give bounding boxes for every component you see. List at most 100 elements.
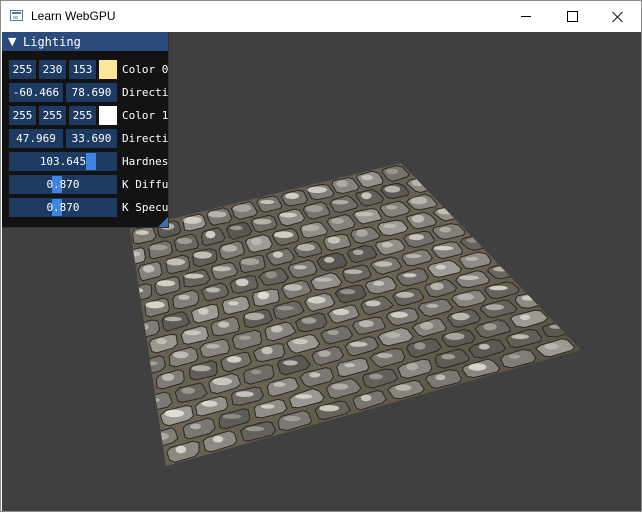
color-0-b-field[interactable]: 153	[69, 60, 96, 79]
stone-highlight	[497, 247, 509, 255]
cobblestone	[433, 187, 464, 204]
stone-highlight	[544, 343, 559, 350]
stone-highlight	[164, 409, 185, 418]
color-0-r-field[interactable]: 255	[9, 60, 36, 79]
cobblestone	[130, 268, 137, 288]
stone-highlight	[238, 335, 252, 340]
stone-highlight	[435, 264, 446, 270]
panel-header[interactable]: ▼ Lighting	[2, 32, 168, 51]
direction-1-x-field[interactable]: 47.969	[9, 129, 63, 148]
hardness-label: Hardness	[122, 155, 168, 168]
stone-highlight	[240, 258, 260, 266]
stone-highlight	[483, 323, 497, 331]
stone-highlight	[251, 369, 262, 375]
stone-highlight	[166, 258, 186, 266]
stone-highlight	[478, 343, 490, 350]
stone-highlight	[205, 230, 216, 239]
stone-highlight	[489, 285, 508, 291]
render-viewport[interactable]: ▼ Lighting 255 230 153 Color 0 -60.466 7…	[2, 32, 641, 511]
stone-highlight	[257, 291, 270, 300]
color-0-row: 255 230 153 Color 0	[2, 60, 168, 79]
color-1-b-field[interactable]: 255	[69, 106, 96, 125]
stone-highlight	[468, 219, 481, 226]
stone-highlight	[385, 332, 401, 338]
direction-1-y-field[interactable]: 33.690	[66, 129, 117, 148]
color-1-swatch[interactable]	[99, 106, 117, 125]
stone-highlight	[410, 196, 428, 205]
close-button[interactable]	[595, 1, 641, 32]
maximize-button[interactable]	[549, 1, 595, 32]
stone-highlight	[324, 256, 335, 263]
stone-highlight	[130, 309, 132, 316]
stone-highlight	[130, 419, 149, 427]
stone-highlight	[301, 317, 317, 324]
stone-highlight	[420, 321, 434, 330]
stone-highlight	[161, 373, 175, 381]
stone-highlight	[207, 211, 227, 218]
stone-highlight	[376, 353, 393, 359]
stone-highlight	[344, 363, 356, 368]
color-0-swatch[interactable]	[99, 60, 117, 79]
stone-highlight	[271, 325, 283, 333]
stone-highlight	[191, 365, 211, 372]
stone-highlight	[164, 316, 182, 322]
hardness-value: 103.645	[39, 155, 87, 168]
color-0-g-field[interactable]: 230	[39, 60, 66, 79]
cobblestone	[577, 309, 581, 328]
stone-highlight	[493, 266, 510, 272]
k-specular-value: 0.870	[46, 201, 80, 214]
stone-highlight	[284, 284, 303, 291]
k-diffuse-value: 0.870	[46, 178, 80, 191]
stone-highlight	[331, 218, 345, 224]
stone-highlight	[265, 271, 278, 279]
stone-highlight	[365, 300, 381, 307]
cobblestone	[549, 281, 581, 300]
stone-highlight	[381, 242, 393, 248]
stone-highlight	[526, 276, 537, 283]
resize-grip[interactable]	[158, 217, 168, 227]
color-1-g-field[interactable]: 255	[39, 106, 66, 125]
stone-highlight	[551, 305, 569, 310]
stone-highlight	[374, 261, 393, 267]
color-1-r-field[interactable]: 255	[9, 106, 36, 125]
stone-highlight	[222, 244, 238, 252]
minimize-icon	[521, 16, 531, 17]
color-1-row: 255 255 255 Color 1	[2, 106, 168, 125]
stone-highlight	[405, 254, 422, 259]
cobblestone	[130, 340, 148, 362]
stone-highlight	[139, 361, 158, 366]
stone-highlight	[494, 229, 513, 236]
k-diffuse-slider[interactable]: 0.870	[9, 175, 117, 194]
stone-highlight	[332, 200, 349, 205]
stone-highlight	[314, 277, 333, 282]
stone-highlight	[390, 311, 408, 318]
stone-highlight	[331, 383, 349, 390]
stone-highlight	[426, 303, 439, 308]
stone-highlight	[272, 251, 283, 258]
stone-highlight	[307, 296, 326, 304]
cobblestone	[406, 163, 435, 176]
stone-highlight	[437, 172, 451, 180]
k-specular-slider[interactable]: 0.870	[9, 198, 117, 217]
direction-0-y-field[interactable]: 78.690	[66, 83, 117, 102]
minimize-button[interactable]	[503, 1, 549, 32]
stone-highlight	[201, 400, 218, 407]
direction-1-label: Direction 1	[122, 132, 168, 145]
hardness-slider[interactable]: 103.645	[9, 152, 117, 171]
cobblestone	[490, 226, 525, 244]
stone-highlight	[332, 308, 350, 316]
title-bar[interactable]: Learn WebGPU	[1, 1, 641, 32]
stone-highlight	[222, 414, 242, 419]
stone-highlight	[273, 382, 286, 387]
stone-highlight	[307, 186, 327, 194]
color-0-label: Color 0	[122, 63, 168, 76]
stone-highlight	[369, 373, 383, 380]
stone-highlight	[319, 405, 340, 412]
collapse-arrow-icon[interactable]: ▼	[8, 35, 16, 48]
stone-highlight	[465, 256, 479, 261]
cobblestone	[130, 451, 163, 466]
stone-highlight	[206, 287, 221, 293]
direction-0-x-field[interactable]: -60.466	[9, 83, 63, 102]
stone-highlight	[143, 265, 155, 273]
stone-highlight	[233, 204, 252, 212]
